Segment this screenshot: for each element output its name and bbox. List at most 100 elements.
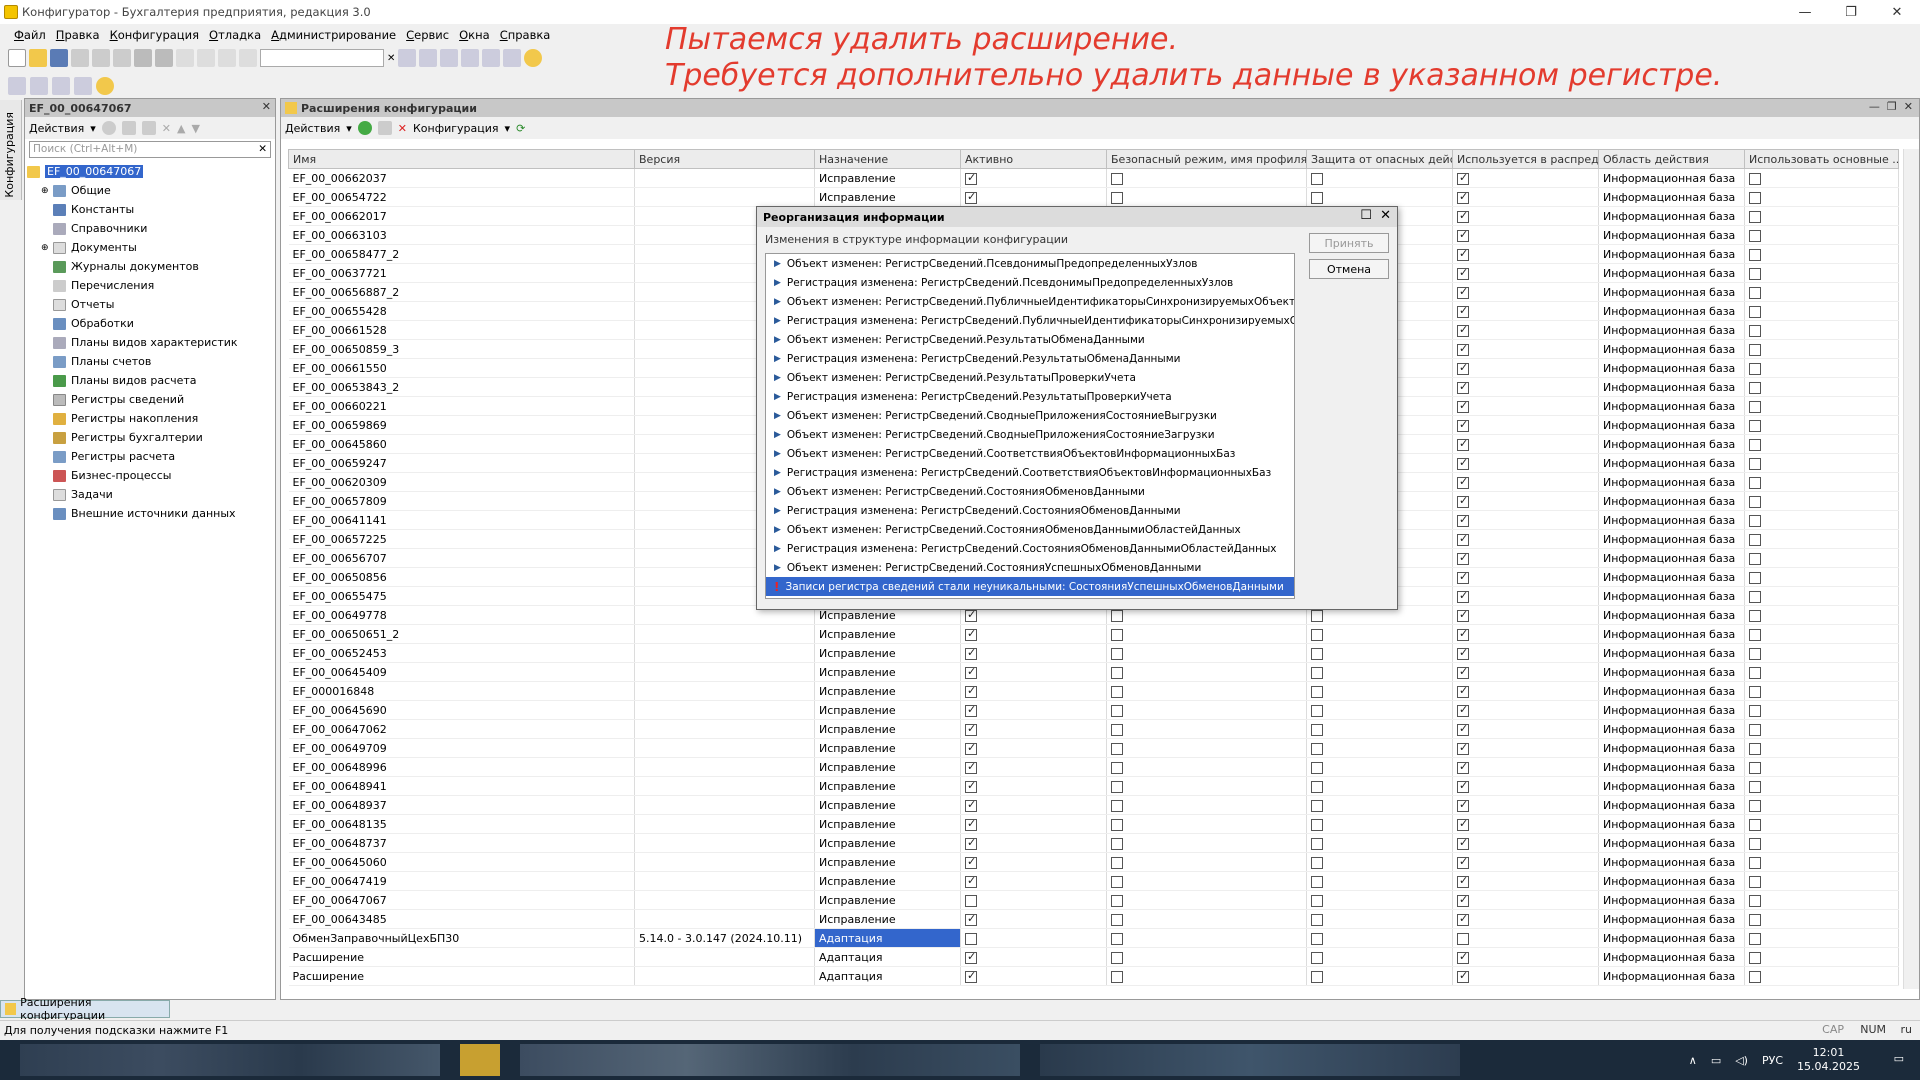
cell-protect[interactable]: [1306, 947, 1453, 967]
cell-safe[interactable]: [1106, 757, 1307, 777]
help-book-icon[interactable]: [503, 49, 522, 67]
cell-purpose[interactable]: Исправление: [814, 681, 961, 701]
use-main-checkbox[interactable]: [1749, 761, 1761, 774]
cell-purpose[interactable]: Исправление: [814, 890, 961, 910]
cell-name[interactable]: EF_00_00647419: [288, 871, 635, 891]
cell-used[interactable]: [1452, 358, 1599, 378]
cell-safe[interactable]: [1106, 700, 1307, 720]
change-item[interactable]: ▶ Регистрация изменена: РегистрСведений.С…: [766, 539, 1294, 558]
safe-checkbox[interactable]: [1111, 685, 1123, 698]
protect-checkbox[interactable]: [1311, 894, 1323, 907]
active-checkbox[interactable]: [965, 627, 977, 641]
cell-used[interactable]: [1452, 852, 1599, 872]
protect-checkbox[interactable]: [1311, 970, 1323, 983]
safe-checkbox[interactable]: [1111, 761, 1123, 774]
change-item[interactable]: ▶ Регистрация изменена: РегистрСведений.П…: [766, 273, 1294, 292]
cell-scope[interactable]: Информационная база: [1598, 187, 1745, 207]
cell-name[interactable]: EF_00_00645690: [288, 700, 635, 720]
cell-version[interactable]: [634, 852, 815, 872]
toolbar-search-input[interactable]: [260, 49, 384, 67]
active-checkbox[interactable]: [965, 665, 977, 679]
tree-item-reports[interactable]: Отчеты: [25, 295, 275, 314]
cell-use-main[interactable]: [1744, 700, 1899, 720]
undo-icon[interactable]: [176, 49, 194, 67]
safe-checkbox[interactable]: [1111, 799, 1123, 812]
cell-active[interactable]: [960, 814, 1107, 834]
cell-used[interactable]: [1452, 282, 1599, 302]
cell-used[interactable]: [1452, 339, 1599, 359]
cell-use-main[interactable]: [1744, 206, 1899, 226]
safe-checkbox[interactable]: [1111, 172, 1123, 185]
cell-version[interactable]: [634, 719, 815, 739]
table-row[interactable]: EF_00_00654722 Исправление Информационная …: [288, 187, 1899, 207]
cell-protect[interactable]: [1306, 814, 1453, 834]
cell-used[interactable]: [1452, 909, 1599, 929]
tree-item-documents[interactable]: ⊕ Документы: [25, 238, 275, 257]
cell-name[interactable]: EF_00_00620309: [288, 472, 635, 492]
use-main-checkbox[interactable]: [1749, 856, 1761, 869]
tree-item-chart-of-accounts[interactable]: Планы счетов: [25, 352, 275, 371]
cell-scope[interactable]: Информационная база: [1598, 472, 1745, 492]
cell-protect[interactable]: [1306, 662, 1453, 682]
menu-file[interactable]: Файл: [14, 28, 46, 42]
active-checkbox[interactable]: [965, 190, 977, 204]
cell-scope[interactable]: Информационная база: [1598, 643, 1745, 663]
cell-name[interactable]: EF_00_00648135: [288, 814, 635, 834]
safe-checkbox[interactable]: [1111, 609, 1123, 622]
cell-use-main[interactable]: [1744, 909, 1899, 929]
cell-scope[interactable]: Информационная база: [1598, 605, 1745, 625]
active-checkbox[interactable]: [965, 836, 977, 850]
use-main-checkbox[interactable]: [1749, 400, 1761, 413]
used-checkbox[interactable]: [1457, 532, 1469, 546]
table-row[interactable]: EF_00_00645060 Исправление Информационная …: [288, 852, 1899, 872]
safe-checkbox[interactable]: [1111, 780, 1123, 793]
cell-name[interactable]: EF_00_00647062: [288, 719, 635, 739]
cell-safe[interactable]: [1106, 814, 1307, 834]
cell-scope[interactable]: Информационная база: [1598, 244, 1745, 264]
protect-checkbox[interactable]: [1311, 780, 1323, 793]
active-checkbox[interactable]: [965, 932, 977, 945]
use-main-checkbox[interactable]: [1749, 628, 1761, 641]
used-checkbox[interactable]: [1457, 836, 1469, 850]
use-main-checkbox[interactable]: [1749, 419, 1761, 432]
cell-protect[interactable]: [1306, 643, 1453, 663]
cell-purpose[interactable]: Исправление: [814, 624, 961, 644]
change-item[interactable]: ▶ Объект изменен: РегистрСведений.Соответ…: [766, 444, 1294, 463]
window-controls[interactable]: — ❐ ✕: [1869, 100, 1913, 113]
expand-arrow-icon[interactable]: ▶: [774, 506, 781, 516]
cell-safe[interactable]: [1106, 719, 1307, 739]
cell-scope[interactable]: Информационная база: [1598, 206, 1745, 226]
safe-checkbox[interactable]: [1111, 894, 1123, 907]
use-main-checkbox[interactable]: [1749, 609, 1761, 622]
change-item[interactable]: ▶ Объект изменен: РегистрСведений.Результ…: [766, 330, 1294, 349]
use-main-checkbox[interactable]: [1749, 495, 1761, 508]
active-checkbox[interactable]: [965, 722, 977, 736]
cell-protect[interactable]: [1306, 700, 1453, 720]
table-row[interactable]: EF_00_00645409 Исправление Информационная …: [288, 662, 1899, 682]
active-checkbox[interactable]: [965, 684, 977, 698]
cell-purpose[interactable]: Исправление: [814, 738, 961, 758]
used-checkbox[interactable]: [1457, 722, 1469, 736]
cell-name[interactable]: EF_00_00650856: [288, 567, 635, 587]
cell-use-main[interactable]: [1744, 852, 1899, 872]
paste-icon[interactable]: [113, 49, 131, 67]
cell-scope[interactable]: Информационная база: [1598, 757, 1745, 777]
cell-use-main[interactable]: [1744, 814, 1899, 834]
cell-purpose[interactable]: Исправление: [814, 852, 961, 872]
cell-version[interactable]: 5.14.0 - 3.0.147 (2024.10.11): [634, 928, 815, 948]
change-item[interactable]: ▶ Регистрация изменена: РегистрСведений.С…: [766, 501, 1294, 520]
cell-name[interactable]: EF_00_00660221: [288, 396, 635, 416]
cell-name[interactable]: EF_00_00641141: [288, 510, 635, 530]
cell-name[interactable]: EF_00_00647067: [288, 890, 635, 910]
cell-use-main[interactable]: [1744, 795, 1899, 815]
cell-scope[interactable]: Информационная база: [1598, 852, 1745, 872]
tree-search-clear-icon[interactable]: ✕: [258, 142, 267, 157]
cell-version[interactable]: [634, 833, 815, 853]
refresh-icon[interactable]: ⟳: [516, 122, 525, 135]
table-row[interactable]: EF_00_00662037 Исправление Информационная …: [288, 168, 1899, 188]
protect-checkbox[interactable]: [1311, 951, 1323, 964]
cell-use-main[interactable]: [1744, 966, 1899, 986]
change-item[interactable]: ▶ Объект изменен: РегистрСведений.Состоян…: [766, 520, 1294, 539]
cell-active[interactable]: [960, 776, 1107, 796]
cell-scope[interactable]: Информационная база: [1598, 624, 1745, 644]
